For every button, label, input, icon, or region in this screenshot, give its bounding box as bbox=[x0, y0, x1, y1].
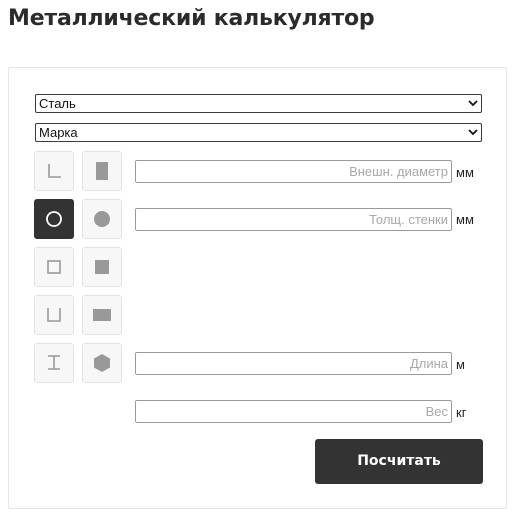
shape-round-pipe-button[interactable] bbox=[34, 199, 74, 239]
channel-icon bbox=[47, 308, 61, 322]
chevron-down-icon bbox=[468, 129, 478, 136]
grade-select[interactable]: Марка bbox=[35, 123, 482, 142]
shape-angle-button[interactable] bbox=[34, 151, 74, 191]
wall-thickness-input[interactable] bbox=[135, 208, 452, 231]
weight-input[interactable] bbox=[135, 400, 452, 423]
pipe-round-icon bbox=[46, 211, 62, 227]
hexagon-icon bbox=[94, 354, 110, 372]
i-beam-icon bbox=[48, 355, 60, 370]
outer-diameter-unit: мм bbox=[456, 165, 474, 180]
outer-diameter-input[interactable] bbox=[135, 160, 452, 183]
length-unit: м bbox=[456, 357, 465, 372]
angle-profile-icon bbox=[48, 164, 61, 178]
shape-round-rod-button[interactable] bbox=[82, 199, 122, 239]
shape-hexagon-button[interactable] bbox=[82, 343, 122, 383]
length-input[interactable] bbox=[135, 352, 452, 375]
material-select[interactable]: Сталь bbox=[35, 94, 482, 113]
calculate-button[interactable]: Посчитать bbox=[315, 439, 483, 484]
wall-thickness-unit: мм bbox=[456, 212, 474, 227]
shape-i-beam-button[interactable] bbox=[34, 343, 74, 383]
shape-square-rod-button[interactable] bbox=[82, 247, 122, 287]
pipe-square-icon bbox=[47, 260, 61, 274]
sheet-icon bbox=[96, 162, 108, 180]
chevron-down-icon bbox=[468, 100, 478, 107]
weight-unit: кг bbox=[456, 405, 467, 420]
rod-round-icon bbox=[94, 211, 110, 227]
rod-square-icon bbox=[95, 260, 109, 274]
strip-icon bbox=[93, 309, 111, 321]
material-select-value: Сталь bbox=[39, 96, 76, 111]
grade-select-value: Марка bbox=[39, 125, 78, 140]
shape-square-pipe-button[interactable] bbox=[34, 247, 74, 287]
shape-strip-button[interactable] bbox=[82, 295, 122, 335]
page-title: Металлический калькулятор bbox=[8, 6, 375, 31]
shape-sheet-button[interactable] bbox=[82, 151, 122, 191]
shape-channel-button[interactable] bbox=[34, 295, 74, 335]
